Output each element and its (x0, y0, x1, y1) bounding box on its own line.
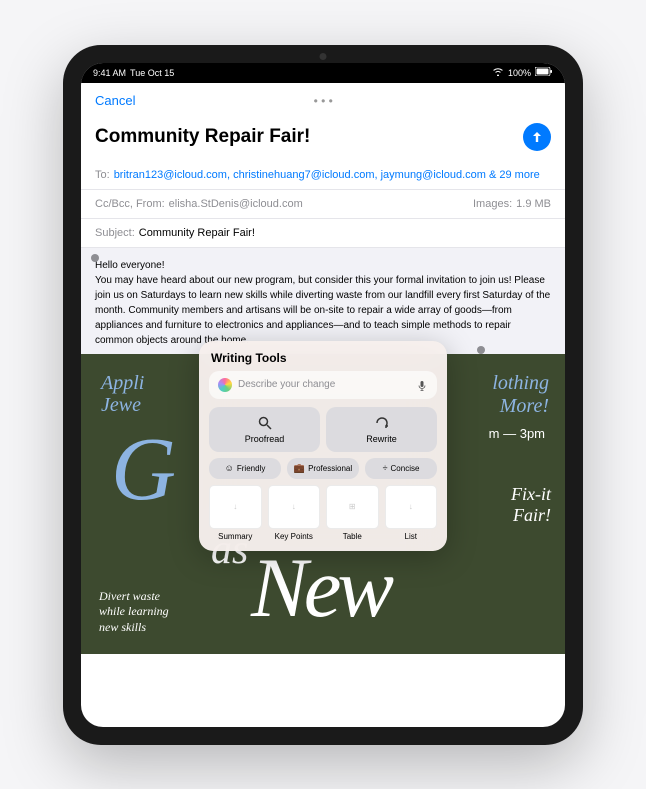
images-label: Images: (473, 198, 512, 210)
subject-label: Subject: (95, 227, 135, 239)
rewrite-label: Rewrite (366, 434, 397, 444)
poster-text: Divert waste (99, 589, 169, 605)
briefcase-icon: 💼 (294, 463, 305, 474)
summary-label: Summary (218, 532, 252, 541)
keypoints-button[interactable]: ↓ Key Points (268, 485, 321, 541)
table-button[interactable]: ⊞ Table (326, 485, 379, 541)
cc-field[interactable]: Cc/Bcc, From: elisha.StDenis@icloud.com … (81, 190, 565, 219)
list-button[interactable]: ↓ List (385, 485, 438, 541)
status-date: Tue Oct 15 (130, 68, 174, 78)
list-label: List (405, 532, 417, 541)
status-time: 9:41 AM (93, 68, 126, 78)
professional-button[interactable]: 💼 Professional (287, 458, 359, 479)
poster-text: Fix-it (511, 484, 551, 505)
subject-field[interactable]: Subject: Community Repair Fair! (81, 219, 565, 248)
writing-tools-popover: Writing Tools Describe your change Proof… (199, 341, 447, 551)
cancel-button[interactable]: Cancel (95, 93, 135, 108)
poster-text: Fair! (511, 505, 551, 526)
proofread-label: Proofread (245, 434, 285, 444)
summary-button[interactable]: ↓ Summary (209, 485, 262, 541)
keypoints-label: Key Points (275, 532, 313, 541)
doc-thumb-icon: ↓ (268, 485, 321, 529)
send-button[interactable] (523, 123, 551, 151)
doc-thumb-icon: ↓ (385, 485, 438, 529)
poster-text: More! (492, 395, 549, 418)
writing-tools-input[interactable]: Describe your change (209, 371, 437, 399)
magnifier-icon (257, 415, 273, 431)
writing-tools-placeholder: Describe your change (238, 379, 410, 390)
concise-icon: ÷ (383, 463, 388, 473)
status-bar: 9:41 AM Tue Oct 15 100% (81, 63, 565, 83)
smile-icon: ☺ (225, 463, 234, 473)
friendly-button[interactable]: ☺ Friendly (209, 458, 281, 479)
writing-tools-title: Writing Tools (209, 351, 437, 365)
to-field[interactable]: To: britran123@icloud.com, christinehuan… (81, 161, 565, 190)
friendly-label: Friendly (237, 464, 265, 473)
home-indicator[interactable] (273, 720, 373, 723)
email-body[interactable]: Hello everyone! You may have heard about… (81, 248, 565, 354)
poster-text: lothing (492, 372, 549, 395)
professional-label: Professional (308, 464, 352, 473)
to-label: To: (95, 169, 110, 181)
poster-text: Jewe (101, 394, 144, 416)
selection-end-handle[interactable] (477, 346, 485, 354)
to-recipients: britran123@icloud.com, christinehuang7@i… (114, 169, 551, 181)
microphone-icon[interactable] (416, 379, 428, 391)
concise-button[interactable]: ÷ Concise (365, 458, 437, 479)
body-paragraph: You may have heard about our new program… (95, 273, 551, 348)
subject-value: Community Repair Fair! (139, 227, 255, 239)
body-greeting: Hello everyone! (95, 258, 551, 273)
images-size: 1.9 MB (516, 198, 551, 210)
nav-bar: Cancel • • • (81, 83, 565, 119)
battery-percent: 100% (508, 68, 531, 78)
page-title: Community Repair Fair! (95, 126, 310, 148)
rewrite-icon (374, 415, 390, 431)
poster-text: while learning (99, 604, 169, 620)
poster-text: m — 3pm (489, 426, 545, 441)
doc-thumb-icon: ⊞ (326, 485, 379, 529)
ai-icon (218, 378, 232, 392)
from-value: elisha.StDenis@icloud.com (169, 198, 303, 210)
poster-text: New (251, 539, 390, 637)
poster-text: G (111, 434, 176, 506)
concise-label: Concise (391, 464, 420, 473)
table-label: Table (343, 532, 362, 541)
selection-start-handle[interactable] (91, 254, 99, 262)
more-icon[interactable]: • • • (314, 94, 333, 108)
battery-icon (535, 67, 553, 78)
wifi-icon (492, 67, 504, 78)
cc-label: Cc/Bcc, From: (95, 198, 165, 210)
poster-text: Appli (101, 372, 144, 394)
doc-thumb-icon: ↓ (209, 485, 262, 529)
poster-text: new skills (99, 620, 169, 636)
rewrite-button[interactable]: Rewrite (326, 407, 437, 452)
arrow-up-icon (530, 130, 544, 144)
proofread-button[interactable]: Proofread (209, 407, 320, 452)
